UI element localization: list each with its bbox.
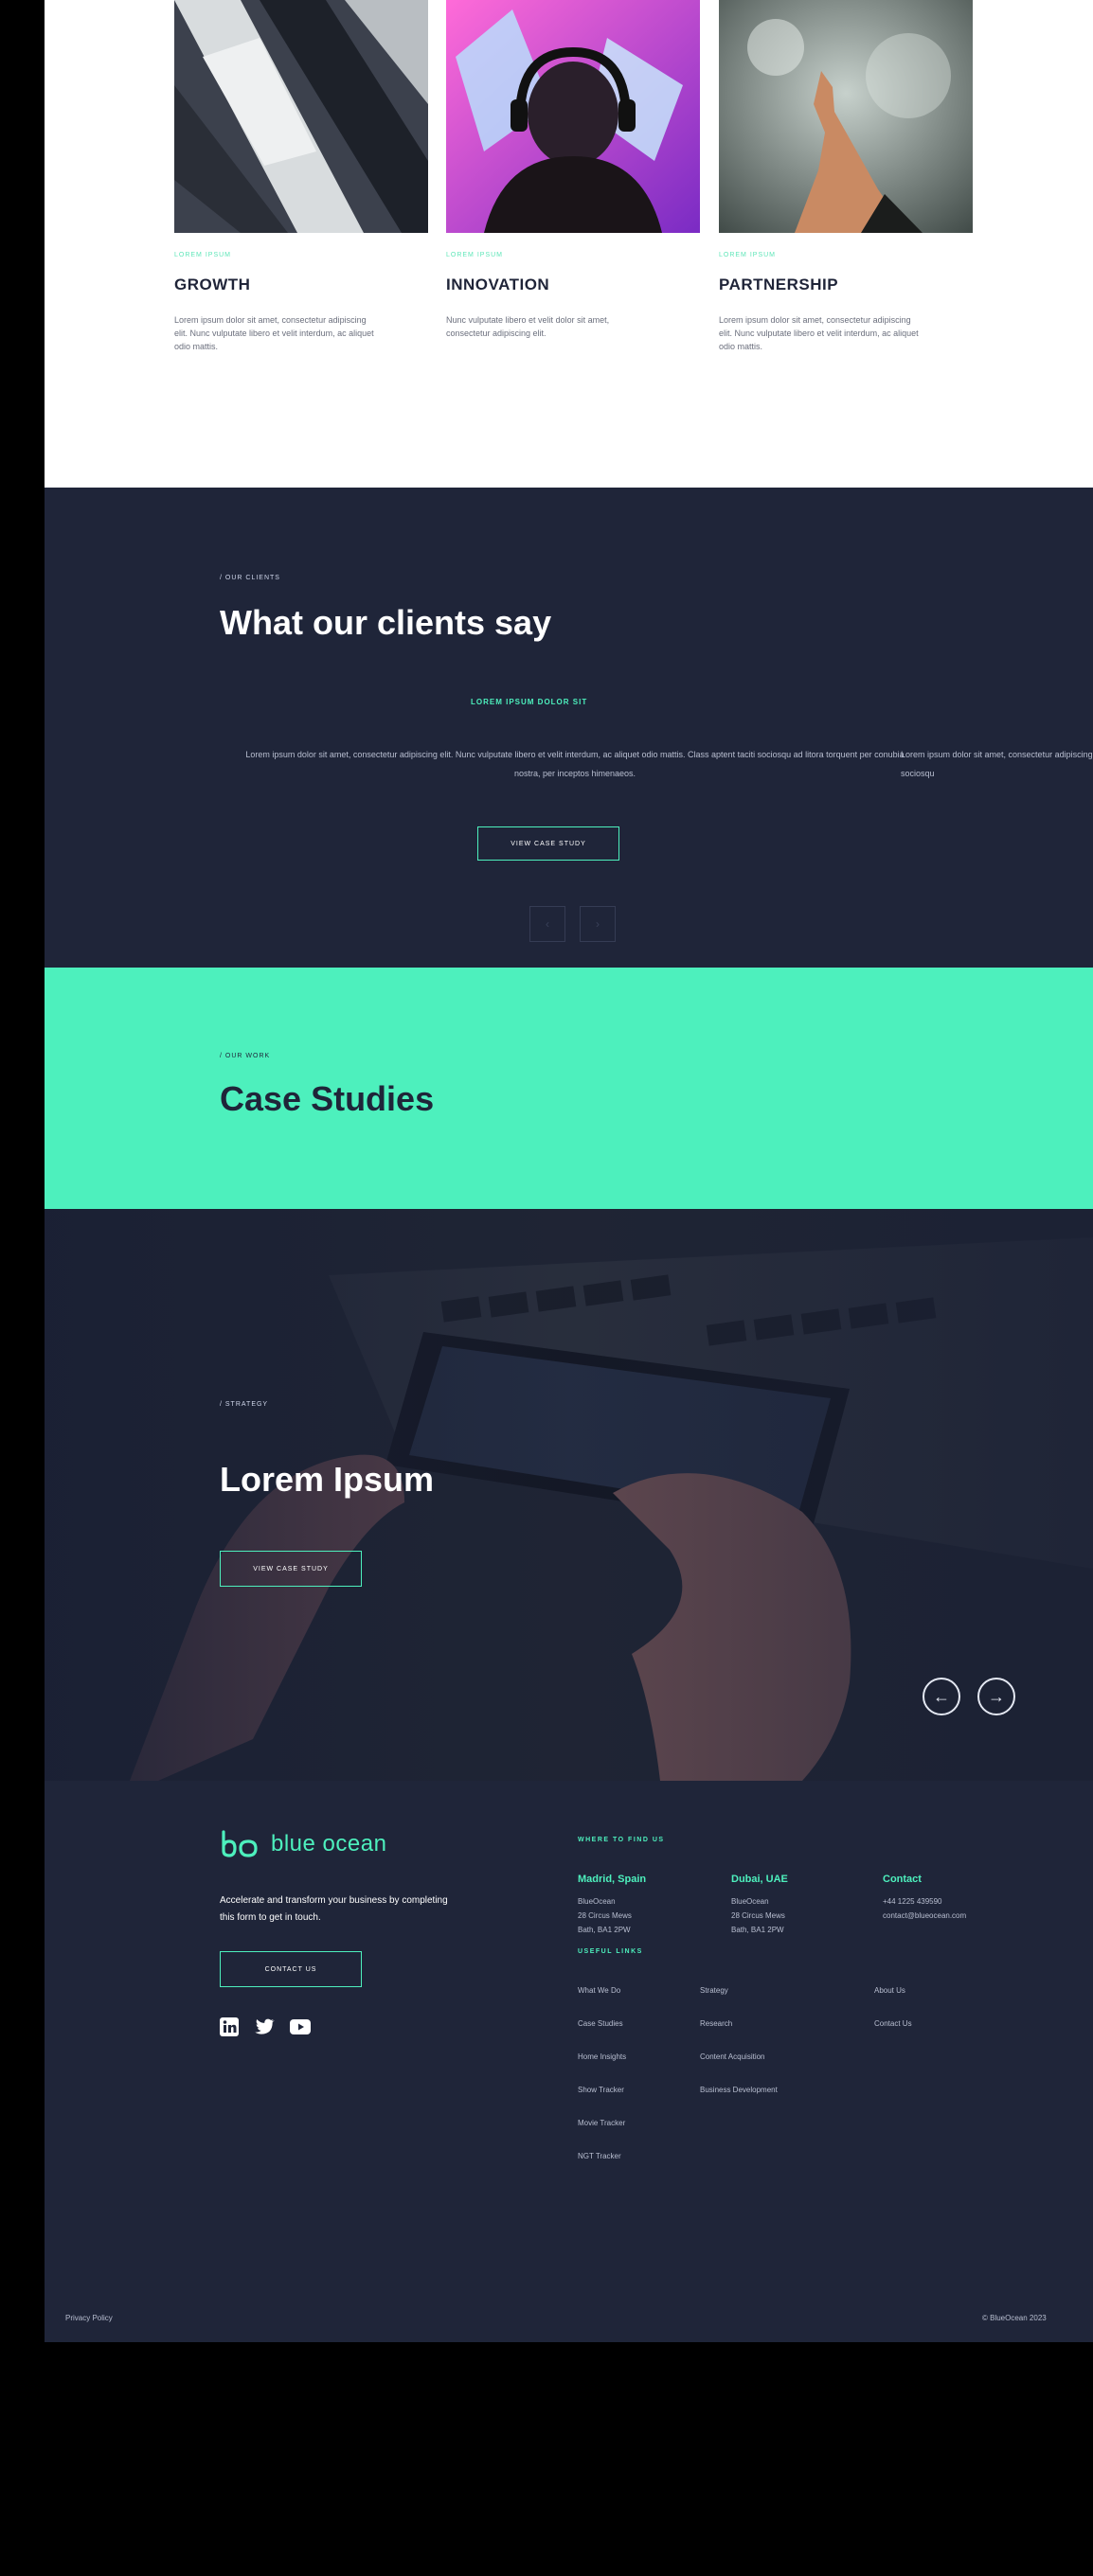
footer-link[interactable]: NGT Tracker (578, 2152, 621, 2160)
twitter-icon[interactable] (254, 2018, 275, 2035)
section-kicker: / our clients (220, 575, 280, 581)
value-card-growth: Lorem ipsum GROWTH Lorem ipsum dolor sit… (174, 0, 428, 353)
view-case-study-button[interactable]: View case study (477, 826, 619, 861)
linkedin-icon[interactable] (220, 2017, 239, 2036)
footer-link[interactable]: Content Acquisition (700, 2052, 765, 2061)
value-card-innovation: Lorem ipsum INNOVATION Nunc vulputate li… (446, 0, 700, 340)
arrow-left-icon: ← (933, 1686, 950, 1706)
location-title: Madrid, Spain (578, 1874, 647, 1885)
chevron-right-icon: › (596, 917, 600, 931)
blue-ocean-logo-icon (222, 1830, 258, 1857)
footer-link[interactable]: Movie Tracker (578, 2119, 625, 2127)
location-title: Dubai, UAE (731, 1874, 788, 1885)
testimonial-prev-button[interactable]: ‹ (529, 906, 565, 942)
values-section: Lorem ipsum GROWTH Lorem ipsum dolor sit… (45, 0, 1093, 488)
hero-next-button[interactable]: → (977, 1678, 1015, 1715)
footer-tagline: Accelerate and transform your business b… (220, 1895, 448, 1923)
footer-link[interactable]: About Us (874, 1986, 905, 1995)
testimonial-next-button[interactable]: › (580, 906, 616, 942)
card-text: Nunc vulputate libero et velit dolor sit… (446, 315, 610, 338)
value-card-partnership: Lorem ipsum PARTNERSHIP Lorem ipsum dolo… (719, 0, 973, 353)
card-title: PARTNERSHIP (719, 275, 839, 293)
hero-title: Lorem Ipsum (220, 1460, 435, 1499)
card-text: Lorem ipsum dolor sit amet, consectetur … (174, 315, 374, 351)
email-link[interactable]: contact@blueocean.com (883, 1909, 966, 1923)
testimonial-text-next: Lorem ipsum dolor sit amet, consectetur … (901, 750, 1093, 778)
case-study-hero: / strategy Lorem Ipsum View case study ←… (45, 1209, 1093, 1781)
growth-photo (174, 0, 428, 233)
card-kicker: Lorem ipsum (446, 252, 504, 258)
youtube-icon[interactable] (290, 2019, 311, 2034)
footer-link[interactable]: What We Do (578, 1986, 620, 1995)
phone-link[interactable]: +44 1225 439590 (883, 1894, 966, 1909)
contact-title: Contact (883, 1874, 922, 1885)
section-title: Case Studies (220, 1079, 435, 1118)
page-frame: Lorem ipsum GROWTH Lorem ipsum dolor sit… (45, 0, 1093, 2342)
card-kicker: Lorem ipsum (174, 252, 232, 258)
arrow-right-icon: → (988, 1686, 1005, 1706)
case-studies-section: / our work Case Studies (45, 968, 1093, 1209)
hero-kicker: / strategy (220, 1401, 269, 1408)
privacy-policy-link[interactable]: Privacy Policy (65, 2314, 113, 2322)
location-address: BlueOcean 28 Circus Mews Bath, BA1 2PW (578, 1897, 632, 1934)
testimonials-section: / our clients What our clients say LOREM… (45, 488, 1093, 968)
footer-link[interactable]: Show Tracker (578, 2086, 624, 2094)
footer-link[interactable]: Research (700, 2019, 732, 2028)
site-footer: blue ocean Accelerate and transform your… (45, 1781, 1093, 2342)
partnership-photo (719, 0, 973, 233)
footer-link[interactable]: Business Development (700, 2086, 778, 2094)
contact-us-button[interactable]: Contact us (220, 1951, 362, 1987)
location-address: BlueOcean 28 Circus Mews Bath, BA1 2PW (731, 1897, 785, 1934)
chevron-left-icon: ‹ (546, 917, 549, 931)
footer-link[interactable]: Case Studies (578, 2019, 623, 2028)
testimonial-text: Lorem ipsum dolor sit amet, consectetur … (245, 750, 905, 778)
footer-bottom-bar: Privacy Policy © BlueOcean 2023 (45, 2301, 1093, 2342)
logo-text: blue ocean (271, 1831, 387, 1856)
card-title: INNOVATION (446, 275, 550, 293)
testimonial-heading: LOREM IPSUM DOLOR SIT (471, 698, 588, 706)
social-links (220, 2017, 311, 2036)
footer-link[interactable]: Strategy (700, 1986, 728, 1995)
brand-logo[interactable]: blue ocean (220, 1830, 386, 1858)
card-text: Lorem ipsum dolor sit amet, consectetur … (719, 315, 919, 351)
card-kicker: Lorem ipsum (719, 252, 777, 258)
hero-view-case-study-button[interactable]: View case study (220, 1551, 362, 1587)
footer-link[interactable]: Home Insights (578, 2052, 626, 2061)
hero-prev-button[interactable]: ← (923, 1678, 960, 1715)
section-title: What our clients say (220, 603, 552, 642)
footer-link[interactable]: Contact Us (874, 2019, 912, 2028)
card-title: GROWTH (174, 275, 251, 293)
find-us-heading: Where to find us (578, 1837, 665, 1843)
contact-details: +44 1225 439590 contact@blueocean.com (883, 1894, 966, 1923)
useful-links-heading: Useful links (578, 1948, 643, 1955)
copyright-text: © BlueOcean 2023 (982, 2314, 1047, 2322)
section-kicker: / our work (220, 1053, 271, 1059)
innovation-photo (446, 0, 700, 233)
